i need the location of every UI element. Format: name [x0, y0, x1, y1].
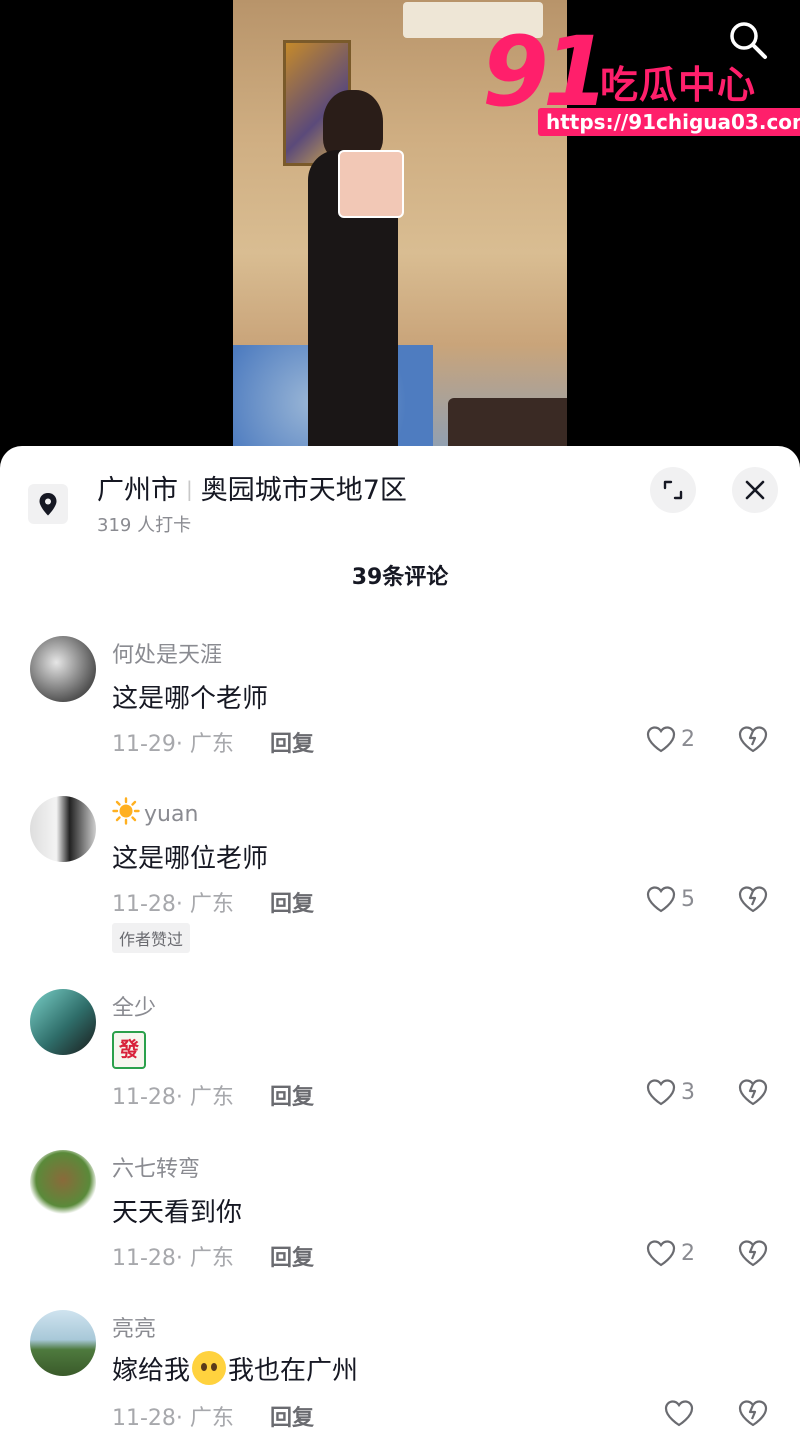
person-image	[288, 90, 418, 460]
comment-username[interactable]: 全少	[112, 990, 156, 1022]
comment-text-before: 嫁给我	[112, 1356, 191, 1386]
location-city: 广州市	[97, 475, 178, 506]
like-button[interactable]: 5	[645, 884, 695, 914]
location-pin-icon	[28, 484, 68, 524]
comment-text: 这是哪位老师	[112, 844, 269, 874]
comment-date: 11-29· 广东	[112, 732, 234, 757]
broken-heart-icon	[738, 1079, 768, 1106]
like-count: 3	[681, 1079, 695, 1105]
dislike-button[interactable]	[737, 1238, 769, 1272]
broken-heart-icon	[738, 886, 768, 913]
like-count: 5	[681, 886, 695, 912]
comment-count: 39条评论	[351, 565, 449, 590]
search-icon	[730, 22, 767, 59]
broken-heart-icon	[738, 1400, 768, 1427]
like-button[interactable]: 2	[645, 1238, 695, 1268]
like-count: 2	[681, 726, 695, 752]
comment-text-after: 我也在广州	[228, 1356, 359, 1386]
username-text: yuan	[144, 802, 199, 827]
author-liked-badge: 作者赞过	[112, 923, 191, 953]
comment-text: 發	[112, 1031, 146, 1069]
comment-text: 天天看到你	[112, 1198, 243, 1228]
like-count: 2	[681, 1240, 695, 1266]
watermark-url: https://91chigua03.com	[538, 108, 800, 136]
expand-button[interactable]	[650, 467, 696, 513]
avatar[interactable]	[30, 636, 96, 702]
location-separator: |	[186, 477, 193, 501]
dislike-button[interactable]	[737, 1077, 769, 1111]
expand-icon	[663, 480, 683, 500]
dislike-button[interactable]	[737, 724, 769, 758]
heart-icon	[646, 1079, 676, 1106]
like-button[interactable]: 3	[645, 1077, 695, 1107]
broken-heart-icon	[738, 1240, 768, 1267]
location-pin-button[interactable]	[28, 484, 68, 528]
mahjong-emoji: 發	[112, 1031, 146, 1069]
reply-button[interactable]: 回复	[270, 1079, 314, 1111]
checkin-count: 319 人打卡	[97, 515, 192, 536]
location-place: 奥园城市天地7区	[200, 475, 407, 506]
avatar[interactable]	[30, 1310, 96, 1376]
like-button[interactable]: 2	[645, 724, 695, 754]
avatar[interactable]	[30, 989, 96, 1055]
heart-icon	[646, 886, 676, 913]
reply-button[interactable]: 回复	[270, 886, 314, 918]
close-icon	[745, 480, 765, 500]
avatar[interactable]	[30, 796, 96, 862]
avatar[interactable]	[30, 1150, 96, 1216]
comment-username[interactable]: 何处是天涯	[112, 637, 222, 669]
comment-username[interactable]: 亮亮	[112, 1311, 156, 1343]
heart-icon	[646, 726, 676, 753]
comment-text: 嫁给我 我也在广州	[112, 1350, 358, 1387]
watermark-name: 吃瓜中心	[600, 63, 757, 107]
search-button[interactable]	[726, 18, 770, 62]
video-player[interactable]: 91 吃瓜中心 https://91chigua03.com	[0, 0, 800, 460]
heart-icon	[646, 1240, 676, 1267]
close-button[interactable]	[732, 467, 778, 513]
heart-icon	[664, 1400, 694, 1427]
reply-button[interactable]: 回复	[270, 1400, 314, 1432]
comment-date: 11-28· 广东	[112, 1246, 234, 1271]
reply-button[interactable]: 回复	[270, 1240, 314, 1272]
reply-button[interactable]: 回复	[270, 726, 314, 758]
dislike-button[interactable]	[737, 884, 769, 918]
location-title[interactable]: 广州市 | 奥园城市天地7区	[97, 468, 407, 507]
sun-emoji-icon	[112, 797, 140, 825]
comment-username[interactable]: 六七转弯	[112, 1151, 200, 1183]
dislike-button[interactable]	[737, 1398, 769, 1432]
comment-username[interactable]: yuan	[112, 797, 198, 827]
watermark-number: 91	[482, 16, 610, 128]
like-button[interactable]	[663, 1398, 695, 1428]
comment-date: 11-28· 广东	[112, 892, 234, 917]
comment-date: 11-28· 广东	[112, 1406, 234, 1431]
comment-date: 11-28· 广东	[112, 1085, 234, 1110]
broken-heart-icon	[738, 726, 768, 753]
face-cover-sticker	[338, 150, 404, 218]
pleading-face-emoji	[192, 1351, 227, 1385]
comment-text: 这是哪个老师	[112, 684, 269, 714]
